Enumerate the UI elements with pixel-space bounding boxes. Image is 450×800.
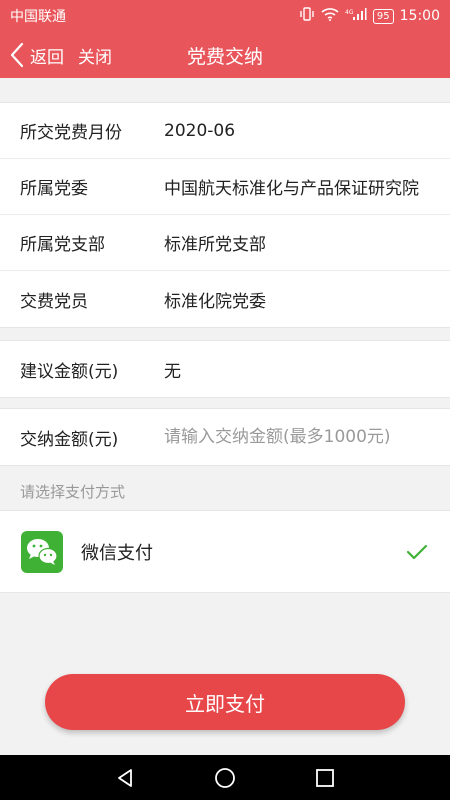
info-row-month: 所交党费月份 2020-06 [0, 103, 450, 159]
info-row-committee: 所属党委 中国航天标准化与产品保证研究院 [0, 159, 450, 215]
payment-method-label: 微信支付 [81, 542, 153, 564]
status-bar: 中国联通 4G 95 15:00 [0, 0, 450, 32]
back-button[interactable]: 返回 [10, 41, 64, 69]
suggested-amount-value: 无 [164, 361, 181, 382]
wechat-pay-option[interactable]: 微信支付 [0, 510, 450, 593]
battery-icon: 95 [372, 8, 394, 24]
row-value: 标准化院党委 [164, 291, 266, 312]
home-circle-icon[interactable] [213, 766, 237, 790]
pay-now-button[interactable]: 立即支付 [45, 674, 405, 730]
info-row-branch: 所属党支部 标准所党支部 [0, 215, 450, 271]
svg-text:4G: 4G [345, 9, 354, 16]
dues-info-section: 所交党费月份 2020-06 所属党委 中国航天标准化与产品保证研究院 所属党支… [0, 102, 450, 328]
check-icon [406, 543, 428, 561]
payment-method-hint: 请选择支付方式 [20, 483, 126, 501]
row-label: 交纳金额(元) [20, 429, 119, 450]
suggested-amount-section: 建议金额(元) 无 [0, 340, 450, 398]
row-label: 交费党员 [20, 291, 88, 312]
system-nav-bar [0, 755, 450, 800]
page-title: 党费交纳 [186, 45, 263, 68]
signal-icon: 4G [345, 7, 367, 25]
status-icons: 4G 95 15:00 [299, 7, 440, 25]
row-label: 所属党支部 [20, 235, 105, 255]
row-value: 标准所党支部 [164, 235, 266, 255]
row-label: 所属党委 [20, 179, 88, 199]
back-triangle-icon[interactable] [113, 766, 137, 790]
amount-row: 交纳金额(元) [0, 409, 450, 465]
carrier-name: 中国联通 [10, 9, 66, 25]
vibrate-icon [299, 7, 315, 25]
recents-square-icon[interactable] [313, 766, 337, 790]
close-button[interactable]: 关闭 [78, 43, 112, 68]
status-time: 15:00 [399, 8, 440, 24]
info-row-member: 交费党员 标准化院党委 [0, 271, 450, 327]
amount-input[interactable] [164, 427, 450, 447]
back-label: 返回 [30, 47, 64, 68]
amount-section: 交纳金额(元) [0, 408, 450, 466]
wifi-icon [321, 7, 339, 25]
nav-bar: 党费交纳 返回 关闭 [0, 32, 450, 78]
row-value: 2020-06 [164, 120, 236, 141]
row-label: 建议金额(元) [20, 361, 119, 382]
row-label: 所交党费月份 [20, 123, 122, 143]
suggested-amount-row: 建议金额(元) 无 [0, 341, 450, 397]
row-value: 中国航天标准化与产品保证研究院 [164, 179, 419, 199]
wechat-icon [21, 530, 63, 573]
chevron-left-icon [10, 41, 30, 69]
